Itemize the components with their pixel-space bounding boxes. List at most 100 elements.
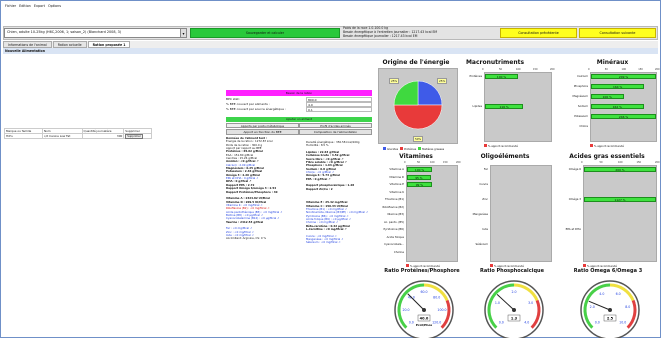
ration-labels: BPC stat: % BEE couvert par aliments : %… — [226, 97, 286, 112]
food-table: Marque ou famille Nom Quantité journaliè… — [3, 128, 152, 139]
legend-item: Matières grasses — [416, 147, 445, 151]
row-label: Sodium — [577, 104, 588, 108]
tab-animal-info[interactable]: Informations de l'animal — [3, 41, 52, 48]
gauge-tick-label: 6.0 — [616, 292, 621, 296]
chart-panel — [490, 165, 552, 262]
energy-info: Poids de la race 1.0-100.0 kg Besoin éne… — [343, 26, 493, 39]
row-label: Lipides — [472, 104, 482, 108]
menu-options[interactable]: Options — [48, 4, 61, 8]
gauge-title: Ratio Phosphocalcique — [480, 268, 544, 274]
ration-buttons: Apports par poids métabolique Profil d'a… — [226, 123, 372, 128]
tick-label: 150 — [443, 161, 448, 164]
gauge-dial: 0.0 2.0 4.0 6.0 8.0 10.0 2.5 — [580, 280, 640, 338]
gauge-tick-label: 60.0 — [420, 290, 427, 294]
row-label: Oméga 6 — [568, 167, 581, 171]
pie-slice — [393, 80, 419, 106]
row-label: Manganèse — [472, 212, 488, 216]
next-consultation-button[interactable]: Consultation suivante — [579, 28, 656, 38]
amino-profile-button[interactable]: Profil d'acides aminés — [299, 123, 372, 128]
legend-label: Matières grasses — [422, 148, 445, 151]
nutrient-line: Sélénium : <0 mg/Mcal ↗ — [306, 240, 341, 245]
metabolic-weight-button[interactable]: Apports par poids métabolique — [226, 123, 299, 128]
tab-food-composition[interactable]: Composition de l'alimentation — [299, 129, 372, 135]
row-label: Vitamine K — [389, 189, 404, 194]
gauge-tick-label: 0.0 — [595, 321, 600, 325]
menu-fichier[interactable]: Fichier — [5, 4, 16, 8]
gauge-tick-label: 8.0 — [625, 305, 630, 309]
gauge-tick-label: 80.0 — [433, 295, 440, 299]
legend-item: Glucides — [381, 147, 398, 151]
legend-swatch — [590, 144, 593, 147]
delete-food-button[interactable]: Supprimer — [125, 134, 143, 139]
gauge-title: Ratio Omega 6/Omega 3 — [573, 268, 643, 274]
row-label: Thiamine (B1) — [385, 197, 404, 201]
nutrients-left: Données de l'aliment test : Énergie de la… — [226, 136, 306, 241]
legend-swatch — [383, 147, 386, 150]
gauge-tick-label: 100.0 — [437, 308, 446, 312]
tab-bee-intake[interactable]: Apport en fonction du BEE — [226, 129, 299, 135]
chart-panel — [406, 165, 458, 262]
tick-label: 100 — [621, 68, 627, 71]
gauge-readout: 40.0 — [420, 317, 429, 321]
row-label: Chlore — [579, 124, 588, 128]
subtab-new-food[interactable]: Nouvelle Alimentation — [3, 48, 658, 54]
menu-edition[interactable]: Edition — [19, 4, 31, 8]
tick-label: 200 — [655, 68, 660, 71]
food-brand: Hill's — [3, 133, 44, 139]
row-label: Magnésium — [572, 94, 589, 98]
gauge-hub — [512, 308, 516, 312]
chart-legend: % apport recommandé — [484, 144, 518, 148]
row-label: Vitamine A — [389, 167, 404, 171]
legend-swatch — [490, 264, 493, 267]
pie-label: 50% — [413, 136, 424, 142]
gauge-tick-label: 0.0 — [499, 321, 504, 325]
tab-proposed-ration[interactable]: Ration proposée 1 — [87, 41, 131, 48]
gauge-tick-label: 1.0 — [495, 301, 500, 305]
food-quantity[interactable]: 300 — [81, 133, 125, 139]
legend-label: % apport recommandé — [488, 145, 518, 148]
tick-label: 150 — [636, 161, 642, 164]
animal-select[interactable]: Chien, adulte 10-25kg (H6C,2006, 1; sais… — [4, 28, 181, 38]
chart-title-mineraux: Minéraux — [596, 59, 629, 66]
tick-label: 50 — [599, 161, 603, 164]
bar: 99 % — [407, 182, 432, 187]
chart-legend: % apport recommandé — [590, 144, 624, 148]
previous-consultation-button[interactable]: Consultation précédente — [500, 28, 577, 38]
tab-current-ration[interactable]: Ration actuelle — [52, 41, 87, 48]
row-label: Fer — [483, 167, 488, 171]
tick-label: 0 — [581, 161, 583, 164]
row-label: Cuivre — [479, 182, 488, 186]
row-label: EPA et DHA — [565, 227, 581, 231]
bar: 209 % — [591, 74, 656, 79]
nutrients-right: Densité énergétique : 350.58 kcal/100g Hu… — [306, 140, 374, 245]
gauge-dial: 0.0 1.0 2.0 3.0 4.0 1.3 — [484, 280, 544, 338]
ration-value-field[interactable]: 0.1 — [306, 107, 372, 112]
tick-label: 150 — [638, 68, 643, 71]
row-label: Phosphore — [573, 84, 588, 88]
row-label: Riboflavine (B2) — [382, 204, 404, 209]
chart-title-vitamines: Vitamines — [399, 153, 433, 160]
legend-item: Protéines — [398, 147, 416, 151]
row-label: Calcium — [577, 74, 588, 78]
ration-header: Besoin de la ration — [226, 90, 372, 96]
gauge-tick-label: 0.0 — [409, 321, 414, 325]
main-tabs: Informations de l'animal Ration actuelle… — [3, 41, 658, 48]
chart-title-oligo: Oligoéléments — [480, 153, 530, 160]
bar: 100 % — [591, 94, 624, 99]
ration-values: 800.0 4.0 0.1 — [306, 97, 372, 112]
add-food-button[interactable]: Ajouter un aliment — [226, 117, 372, 122]
gauge-hub — [422, 308, 426, 312]
save-calc-button[interactable]: Sauvegarder et calculer — [190, 28, 340, 38]
ration-label: % BEE couvert par source énergétique : — [226, 107, 286, 111]
bar: 164 % — [591, 84, 645, 89]
row-label: Vitamine D — [389, 174, 404, 179]
chevron-down-icon[interactable]: ▾ — [180, 28, 187, 38]
menu-bar: Fichier Edition Export Options — [3, 2, 658, 9]
tick-label: 200 — [550, 68, 555, 71]
menu-export[interactable]: Export — [34, 4, 45, 8]
chart-title-origine: Origine de l'énergie — [382, 59, 450, 66]
bar: 246 % — [591, 114, 656, 119]
gauge-tick-label: 20.0 — [402, 308, 409, 312]
row-label: Vitamine E — [389, 182, 404, 186]
row-label: Pyridoxine (B6) — [383, 227, 404, 231]
